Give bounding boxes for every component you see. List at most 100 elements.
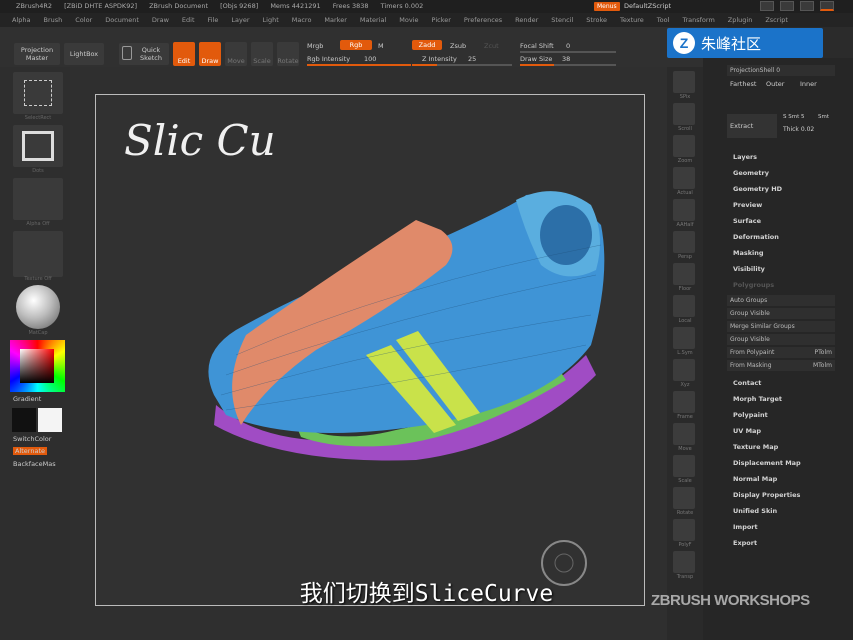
section-visibility[interactable]: Visibility: [733, 265, 765, 273]
polygroups-from-masking-button[interactable]: From Masking MTolm: [727, 360, 835, 371]
section-masking[interactable]: Masking: [733, 249, 764, 257]
menus-button[interactable]: Menus: [594, 2, 620, 11]
menu-document[interactable]: Document: [105, 16, 139, 24]
menu-macro[interactable]: Macro: [292, 16, 312, 24]
section-display-properties[interactable]: Display Properties: [733, 491, 800, 499]
polygroups-merge-similar-groups-button[interactable]: Merge Similar Groups: [727, 321, 835, 332]
polygroups-auto-groups-button[interactable]: Auto Groups: [727, 295, 835, 306]
menu-file[interactable]: File: [208, 16, 219, 24]
menu-material[interactable]: Material: [360, 16, 386, 24]
section-geometry[interactable]: Geometry: [733, 169, 769, 177]
zsub-button[interactable]: Zsub: [450, 42, 466, 50]
shelf-rotate-button[interactable]: [673, 487, 695, 509]
material-button[interactable]: [13, 285, 63, 329]
thick-slider[interactable]: Thick 0.02: [783, 126, 814, 133]
shelf-aahalf-button[interactable]: [673, 199, 695, 221]
m-button[interactable]: M: [378, 42, 384, 50]
menu-zplugin[interactable]: Zplugin: [728, 16, 753, 24]
shelf-scroll-button[interactable]: [673, 103, 695, 125]
section-surface[interactable]: Surface: [733, 217, 761, 225]
polygroups-group-visible-button[interactable]: Group Visible: [727, 308, 835, 319]
menu-tool[interactable]: Tool: [657, 16, 670, 24]
polygroups-from-polypaint-button[interactable]: From Polypaint PTolm: [727, 347, 835, 358]
shoe-model[interactable]: [208, 191, 605, 461]
shelf-actual-button[interactable]: [673, 167, 695, 189]
section-layers[interactable]: Layers: [733, 153, 757, 161]
default-zscript-button[interactable]: DefaultZScript: [624, 0, 671, 13]
focal-shift-slider[interactable]: [520, 51, 616, 53]
shelf-zoom-button[interactable]: [673, 135, 695, 157]
menu-stroke[interactable]: Stroke: [586, 16, 607, 24]
shelf-scale-button[interactable]: [673, 455, 695, 477]
layout-icon[interactable]: [780, 1, 794, 11]
switch-color-button[interactable]: SwitchColor: [13, 435, 51, 443]
alternate-button[interactable]: Alternate: [13, 447, 48, 455]
section-deformation[interactable]: Deformation: [733, 233, 779, 241]
help-icon[interactable]: [760, 1, 774, 11]
section-uv-map[interactable]: UV Map: [733, 427, 761, 435]
stroke-button[interactable]: [13, 125, 63, 167]
menu-zscript[interactable]: Zscript: [765, 16, 788, 24]
shelf-transp-button[interactable]: [673, 551, 695, 573]
menu-stencil[interactable]: Stencil: [551, 16, 573, 24]
polygroups-group-visible-button[interactable]: Group Visible: [727, 334, 835, 345]
menu-texture[interactable]: Texture: [620, 16, 644, 24]
shelf-spix-button[interactable]: [673, 71, 695, 93]
backface-mask-button[interactable]: BackfaceMas: [13, 460, 56, 468]
secondary-color-swatch[interactable]: [38, 408, 62, 432]
section-unified-skin[interactable]: Unified Skin: [733, 507, 777, 515]
smt-button[interactable]: Smt: [818, 114, 829, 120]
shelf-floor-button[interactable]: [673, 263, 695, 285]
menu-picker[interactable]: Picker: [432, 16, 451, 24]
section-import[interactable]: Import: [733, 523, 758, 531]
main-color-swatch[interactable]: [12, 408, 36, 432]
extract-button[interactable]: Extract: [727, 114, 777, 138]
shelf-persp-button[interactable]: [673, 231, 695, 253]
section-contact[interactable]: Contact: [733, 379, 761, 387]
section-export[interactable]: Export: [733, 539, 757, 547]
menu-transform[interactable]: Transform: [682, 16, 714, 24]
menu-light[interactable]: Light: [263, 16, 279, 24]
select-rect-brush-button[interactable]: [13, 72, 63, 114]
s-smt-slider[interactable]: S Smt 5: [783, 114, 805, 120]
alpha-button[interactable]: [13, 178, 63, 220]
section-polygroups[interactable]: Polygroups: [733, 281, 774, 289]
section-texture-map[interactable]: Texture Map: [733, 443, 778, 451]
projection-shell-slider[interactable]: ProjectionShell 0: [727, 65, 835, 76]
shelf-frame-button[interactable]: [673, 391, 695, 413]
section-preview[interactable]: Preview: [733, 201, 762, 209]
shelf-xyz-button[interactable]: [673, 359, 695, 381]
document-canvas[interactable]: Slic Cu: [95, 94, 645, 606]
zcut-button[interactable]: Zcut: [484, 42, 499, 50]
menu-marker[interactable]: Marker: [324, 16, 346, 24]
lock-icon[interactable]: [800, 1, 814, 11]
menu-render[interactable]: Render: [515, 16, 538, 24]
section-polypaint[interactable]: Polypaint: [733, 411, 768, 419]
mrgb-button[interactable]: Mrgb: [307, 42, 323, 50]
menu-layer[interactable]: Layer: [231, 16, 249, 24]
section-geometry-hd[interactable]: Geometry HD: [733, 185, 782, 193]
shelf-lsym-button[interactable]: [673, 327, 695, 349]
gradient-label[interactable]: Gradient: [13, 395, 41, 403]
outer-button[interactable]: Outer: [766, 80, 784, 88]
menu-draw[interactable]: Draw: [152, 16, 169, 24]
section-normal-map[interactable]: Normal Map: [733, 475, 777, 483]
polygroups-tolerance-slider[interactable]: PTolm: [815, 347, 832, 358]
saturation-square[interactable]: [20, 349, 54, 383]
minimize-icon[interactable]: [820, 1, 834, 11]
polygroups-tolerance-slider[interactable]: MTolm: [813, 360, 832, 371]
inner-button[interactable]: Inner: [800, 80, 817, 88]
color-picker[interactable]: [10, 340, 65, 392]
shelf-polyf-button[interactable]: [673, 519, 695, 541]
section-morph-target[interactable]: Morph Target: [733, 395, 782, 403]
menu-edit[interactable]: Edit: [182, 16, 195, 24]
shelf-local-button[interactable]: [673, 295, 695, 317]
texture-button[interactable]: [13, 231, 63, 277]
menu-color[interactable]: Color: [75, 16, 92, 24]
shelf-move-button[interactable]: [673, 423, 695, 445]
section-displacement-map[interactable]: Displacement Map: [733, 459, 801, 467]
menu-alpha[interactable]: Alpha: [12, 16, 30, 24]
farthest-button[interactable]: Farthest: [730, 80, 756, 88]
menu-brush[interactable]: Brush: [43, 16, 62, 24]
menu-movie[interactable]: Movie: [399, 16, 418, 24]
